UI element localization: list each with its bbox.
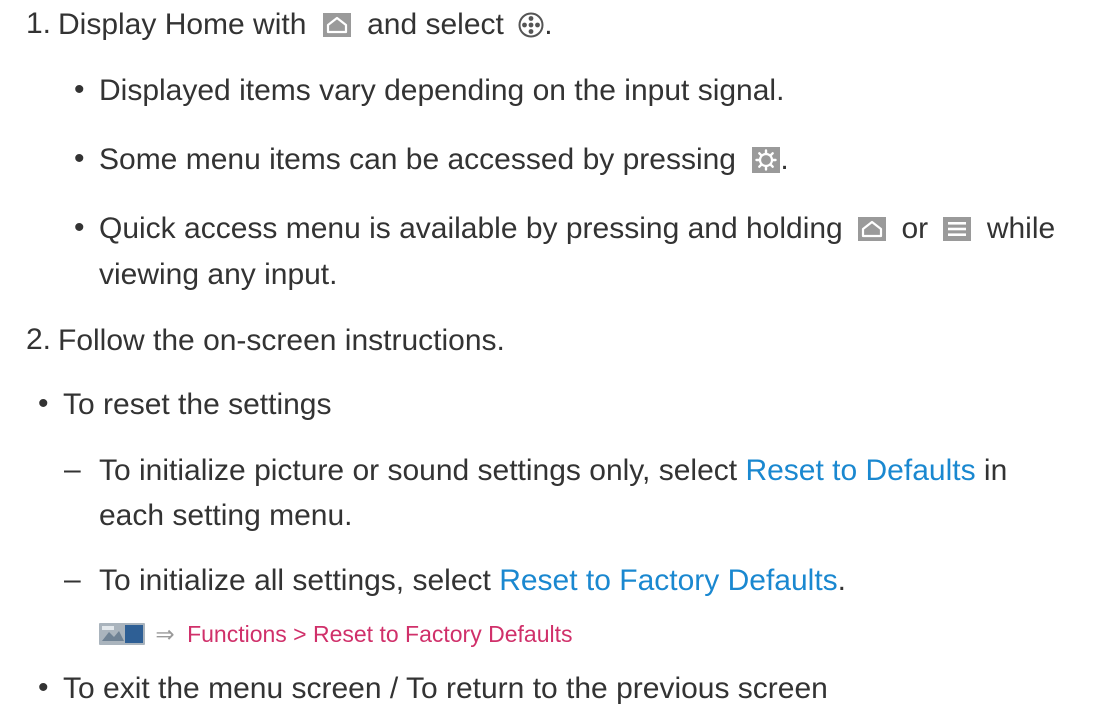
exit-bullet-text: To exit the menu screen / To return to t… (63, 672, 828, 706)
reset-dash-1-continued: each setting menu. (99, 497, 353, 534)
reset-dash-2: To initialize all settings, select Reset… (99, 562, 846, 599)
reset-bullet: To reset the settings (63, 386, 331, 423)
step-1-bullet-1: Displayed items vary depending on the in… (99, 72, 784, 109)
menu-icon (943, 217, 972, 242)
settings-icon (752, 147, 781, 174)
dash-text: To initialize picture or sound settings … (99, 454, 738, 488)
step-1-line: Display Home with and select . (58, 6, 553, 43)
step-number: 1. (26, 7, 52, 40)
step-1-bullet-3-continued: viewing any input. (99, 256, 337, 293)
step-1-text: Display Home with (58, 8, 307, 42)
step-number: 2. (26, 323, 52, 356)
bullet-text: Some menu items can be accessed by press… (99, 143, 736, 177)
reset-bullet-text: To reset the settings (63, 388, 332, 422)
step-1-text-select: and select (367, 8, 504, 42)
dash-period: . (837, 564, 847, 598)
bullet-text: Displayed items vary depending on the in… (99, 74, 785, 108)
step-2-line: Follow the on-screen instructions. (58, 322, 505, 359)
bullet-text: viewing any input. (99, 258, 338, 292)
bullet-text-or: or (901, 212, 929, 246)
menu-path: ⇒ Functions > Reset to Factory Defaults (99, 614, 572, 652)
bullet-marker: • (38, 387, 49, 420)
bullet-marker: • (74, 211, 85, 244)
home-icon (322, 13, 351, 38)
exit-bullet: To exit the menu screen / To return to t… (63, 670, 828, 707)
dash-marker: – (64, 453, 81, 486)
step-1-period: . (544, 8, 553, 42)
step-1-bullet-3: Quick access menu is available by pressi… (99, 210, 1055, 247)
reset-dash-1: To initialize picture or sound settings … (99, 452, 1007, 489)
menu-path-text[interactable]: Functions > Reset to Factory Defaults (187, 621, 572, 647)
dash-marker: – (64, 563, 81, 596)
bullet-marker: • (74, 73, 85, 106)
bullet-period: . (780, 143, 789, 177)
bullet-marker: • (38, 671, 49, 704)
tv-screen-icon (99, 622, 145, 645)
reset-to-factory-defaults-link[interactable]: Reset to Factory Defaults (499, 564, 837, 597)
dash-text-in: in (983, 454, 1008, 488)
reset-to-defaults-link[interactable]: Reset to Defaults (745, 454, 975, 487)
dash-text: To initialize all settings, select (99, 564, 491, 598)
bullet-text-while: while (986, 212, 1056, 246)
step-2-text: Follow the on-screen instructions. (58, 324, 505, 358)
dash-text: each setting menu. (99, 499, 353, 533)
home-icon (858, 217, 887, 242)
help-document: 1. Display Home with and select . • Disp… (0, 0, 1110, 705)
step-1-bullet-2: Some menu items can be accessed by press… (99, 141, 789, 178)
bullet-marker: • (74, 142, 85, 175)
bullet-text: Quick access menu is available by pressi… (99, 212, 843, 246)
path-arrow: ⇒ (155, 620, 175, 647)
apps-icon (518, 12, 544, 38)
